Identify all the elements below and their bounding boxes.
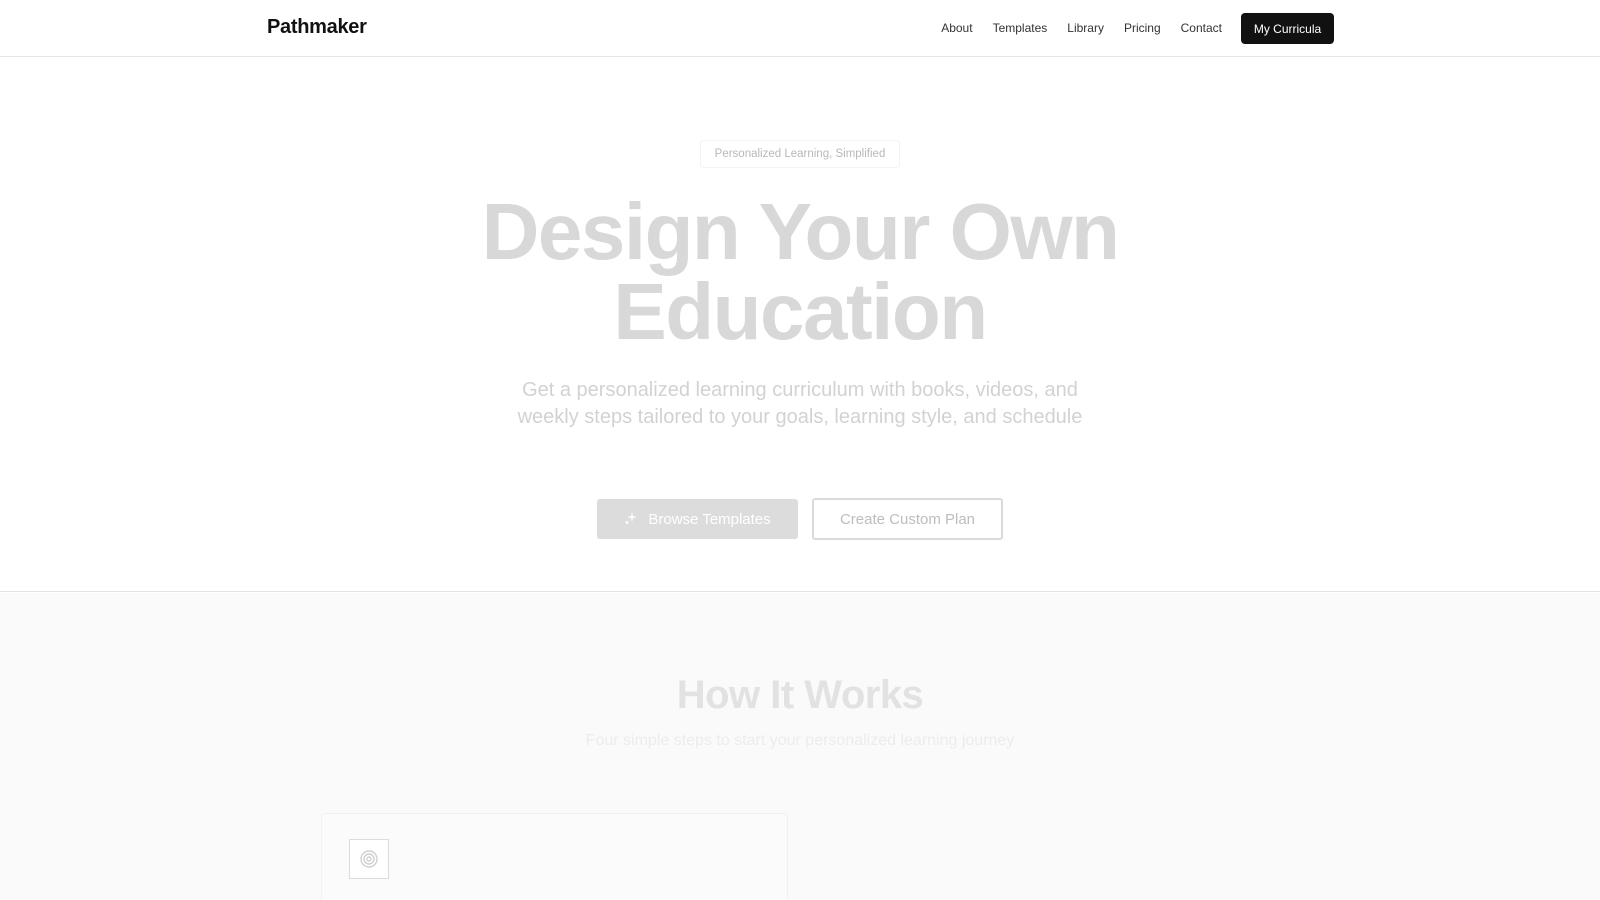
nav-link-contact[interactable]: Contact — [1181, 21, 1222, 35]
create-custom-plan-button[interactable]: Create Custom Plan — [812, 498, 1003, 540]
sparkle-icon — [624, 511, 638, 528]
how-it-works-section: How It Works Four simple steps to start … — [0, 593, 1600, 900]
hero-subtitle: Get a personalized learning curriculum w… — [517, 379, 1083, 428]
nav-links: About Templates Library Pricing Contact — [921, 0, 1222, 56]
nav-link-about[interactable]: About — [941, 21, 972, 35]
hero-title: Design Your Own Education — [400, 192, 1200, 352]
step-card-1 — [321, 813, 788, 900]
brand-logo[interactable]: Pathmaker — [267, 16, 367, 39]
nav-link-templates[interactable]: Templates — [993, 21, 1048, 35]
target-icon — [349, 839, 389, 879]
browse-templates-button[interactable]: Browse Templates — [597, 499, 798, 539]
nav-link-pricing[interactable]: Pricing — [1124, 21, 1161, 35]
nav-link-library[interactable]: Library — [1067, 21, 1104, 35]
my-curricula-button[interactable]: My Curricula — [1241, 13, 1334, 44]
how-it-works-title: How It Works — [676, 673, 924, 717]
browse-templates-label: Browse Templates — [648, 510, 771, 528]
top-navbar: Pathmaker About Templates Library Pricin… — [0, 0, 1600, 57]
hero-eyebrow-badge: Personalized Learning, Simplified — [700, 140, 900, 168]
how-it-works-subtitle: Four simple steps to start your personal… — [585, 732, 1015, 749]
hero-title-line-1: Design Your Own — [481, 187, 1120, 276]
hero-title-line-2: Education — [613, 267, 988, 356]
hero-section: Personalized Learning, Simplified Design… — [0, 57, 1600, 592]
